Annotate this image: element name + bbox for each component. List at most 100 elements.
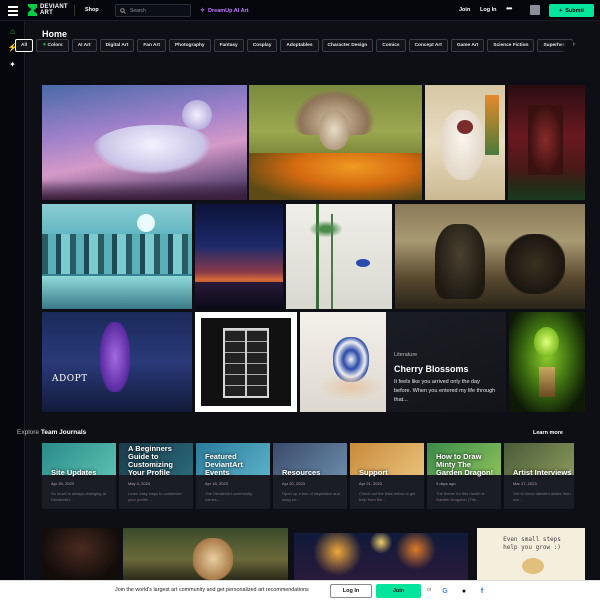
journal-card[interactable]: How to Draw Minty The Garden Dragon! 4 da… <box>427 443 501 509</box>
shop-link[interactable]: Shop <box>85 7 99 13</box>
deviantart-logo[interactable]: DEVIANT ART <box>28 4 68 16</box>
logo-text-art: ART <box>40 10 53 16</box>
divider <box>74 5 75 16</box>
join-banner: Join the world's largest art community a… <box>0 580 600 600</box>
top-navigation-bar: DEVIANT ART Shop Search ✧ DreamUp AI Art J… <box>0 0 600 21</box>
chip-fan-art[interactable]: Fan Art <box>137 39 166 52</box>
footer-join-button[interactable]: Join <box>376 584 421 598</box>
apple-icon[interactable]: ● <box>459 586 469 596</box>
home-icon[interactable]: ⌂ <box>7 26 18 37</box>
artwork-green-serpent[interactable] <box>509 312 585 412</box>
literature-card[interactable]: Literature Cherry Blossoms It feels like… <box>386 312 506 412</box>
explore-prefix: Explore <box>17 429 40 436</box>
artwork-fireworks[interactable] <box>294 533 468 580</box>
journal-card[interactable]: Resources Apr 20, 2023 Open up a box of in… <box>273 443 347 509</box>
chip-colors-label: Colors <box>47 43 63 48</box>
chip-character-design[interactable]: Character Design <box>321 39 374 52</box>
note-text: Even small steps help you grow :) <box>503 536 561 551</box>
journal-date: Apr 21, 2023 <box>359 481 382 486</box>
journal-title: Site Updates <box>51 468 97 477</box>
artwork-cat[interactable] <box>425 85 505 200</box>
avatar-icon[interactable] <box>530 5 540 15</box>
chevron-right-icon[interactable]: › <box>569 466 572 475</box>
google-icon[interactable]: G <box>440 586 450 596</box>
artwork-bamboo-bird[interactable] <box>286 204 392 309</box>
chip-cosplay[interactable]: Cosplay <box>246 39 278 52</box>
chip-adoptables[interactable]: Adoptables <box>280 39 319 52</box>
chip-comics[interactable]: Comics <box>376 39 406 52</box>
journal-title: A Beginners Guide to Customizing Your Pr… <box>128 444 173 477</box>
journal-title: Artist Interviews <box>513 468 572 477</box>
footer-login-button[interactable]: Log In <box>330 584 372 598</box>
literature-title: Cherry Blossoms <box>394 364 469 374</box>
artwork-window[interactable] <box>195 312 297 412</box>
journal-date: 4 days ago <box>436 481 456 486</box>
journal-card[interactable]: A Beginners Guide to Customizing Your Pr… <box>119 443 193 509</box>
submit-button[interactable]: + Submit <box>549 4 594 17</box>
login-link[interactable]: Log In <box>480 7 497 13</box>
artwork-frozen-lake[interactable] <box>42 204 192 309</box>
journal-date: Mar 17, 2023 <box>513 481 537 486</box>
artwork-red-forest[interactable] <box>508 85 585 200</box>
journal-excerpt: Get to know talented artists from our... <box>513 491 571 502</box>
journal-card[interactable]: Site Updates Apr 26, 2023 So much is alway… <box>42 443 116 509</box>
dreamup-link[interactable]: ✧ DreamUp AI Art <box>200 7 249 15</box>
chip-all[interactable]: All <box>15 39 34 52</box>
artwork-note-sketch[interactable]: Even small steps help you grow :) <box>477 528 585 580</box>
journal-card[interactable]: Featured DeviantArt Events Apr 18, 2023 Th… <box>196 443 270 509</box>
journal-excerpt: Check out the links below to get help fr… <box>359 491 416 502</box>
chip-photography[interactable]: Photography <box>168 39 211 52</box>
logo-mark-icon <box>28 4 37 16</box>
journal-title: Resources <box>282 468 321 477</box>
journal-date: May 4, 2024 <box>128 481 151 486</box>
facebook-icon[interactable]: f <box>477 586 487 596</box>
learn-more-link[interactable]: Learn more <box>533 430 563 436</box>
journal-card[interactable]: Artist Interviews Mar 17, 2023 Get to know… <box>504 443 574 509</box>
chevron-right-icon[interactable]: › <box>560 41 575 53</box>
chip-science-fiction[interactable]: Science Fiction <box>487 39 535 52</box>
journal-date: Apr 18, 2023 <box>205 481 228 486</box>
chip-digital-art[interactable]: Digital Art <box>99 39 135 52</box>
join-link[interactable]: Join <box>459 7 470 13</box>
journal-excerpt: So much is always changing at DeviantArt… <box>51 491 106 502</box>
menu-icon[interactable] <box>8 6 18 16</box>
chip-ai-art[interactable]: AI Art <box>71 39 97 52</box>
chip-fantasy[interactable]: Fantasy <box>213 39 244 52</box>
more-options-icon[interactable]: ••• <box>506 4 512 13</box>
plus-icon: + <box>559 7 563 14</box>
literature-category: Literature <box>394 352 418 358</box>
spark-icon[interactable]: ✦ <box>7 59 18 70</box>
journal-title: Featured DeviantArt Events <box>205 452 243 477</box>
artwork-fennec[interactable] <box>123 528 288 580</box>
journal-title: Support <box>359 468 388 477</box>
artwork-owl[interactable] <box>249 85 422 200</box>
dreamup-label: DreamUp AI Art <box>208 7 249 14</box>
artwork-adopt[interactable]: ADOPT <box>42 312 192 412</box>
or-label: or <box>427 587 432 593</box>
search-input[interactable]: Search <box>115 4 191 17</box>
chip-colors[interactable]: ✦ Colors <box>36 39 69 52</box>
journal-date: Apr 26, 2023 <box>51 481 74 486</box>
explore-title: Team Journals <box>40 429 87 436</box>
artwork-dragon[interactable] <box>42 85 247 200</box>
sidebar: ⌂ ⚡ ✦ <box>0 21 25 600</box>
submit-label: Submit <box>565 7 584 14</box>
literature-excerpt: It feels like you arrived only the day b… <box>394 379 496 403</box>
page-title: Home <box>42 29 68 39</box>
adopt-label: ADOPT <box>52 374 88 384</box>
journal-excerpt: The theme for this month is Garden Drago… <box>436 491 485 502</box>
journal-excerpt: Open up a box of inspiration and snag so… <box>282 491 340 502</box>
category-chips: All ✦ Colors AI Art Digital Art Fan Art Photo… <box>15 39 575 53</box>
join-banner-text: Join the world's largest art community a… <box>115 587 309 593</box>
chip-game-art[interactable]: Game Art <box>450 39 485 52</box>
dreamup-icon: ✧ <box>200 8 206 14</box>
artwork-samurai[interactable] <box>395 204 585 309</box>
artwork-dark-figure[interactable] <box>42 528 120 580</box>
artwork-night-sky[interactable] <box>195 204 283 309</box>
journal-excerpt: The DeviantArt community comes... <box>205 491 253 502</box>
journal-card[interactable]: Support Apr 21, 2023 Check out the links b… <box>350 443 424 509</box>
journal-date: Apr 20, 2023 <box>282 481 305 486</box>
journal-title: How to Draw Minty The Garden Dragon! <box>436 452 494 477</box>
explore-heading: Explore Team Journals <box>17 429 86 436</box>
chip-concept-art[interactable]: Concept Art <box>408 39 448 52</box>
